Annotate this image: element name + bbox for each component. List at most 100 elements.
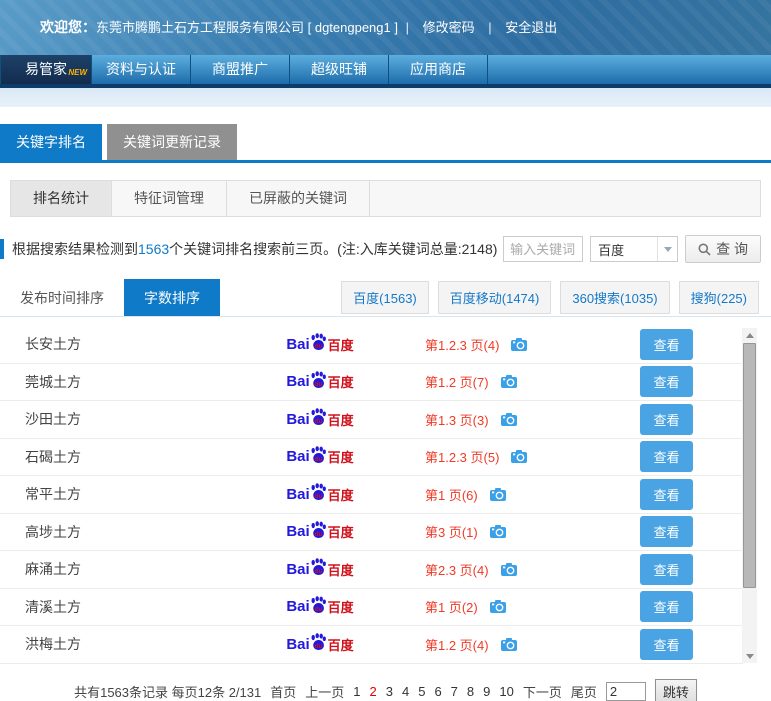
keyword-cell: 莞城土方 [0,372,245,392]
filter-baidu[interactable]: 百度(1563) [341,281,429,314]
rank-pages-cell: 第1 页(2) [395,597,590,616]
sort-tab-by-time[interactable]: 发布时间排序 [0,279,124,316]
jump-button[interactable]: 跳转 [655,679,697,701]
baidu-logo: Bai du 百度 [245,522,395,541]
page-number-6[interactable]: 6 [434,684,441,699]
rank-pages: 第1 页(6) [425,485,478,504]
camera-icon[interactable] [501,375,517,388]
scroll-down-arrow[interactable] [742,649,757,663]
filter-sogou[interactable]: 搜狗(225) [679,281,759,314]
page-number-4[interactable]: 4 [402,684,409,699]
camera-icon[interactable] [511,450,527,463]
keyword-search-input[interactable] [503,236,583,262]
scroll-up-arrow[interactable] [742,328,757,342]
main-navbar: 易管家 NEW 资料与认证 商盟推广 超级旺铺 应用商店 [0,55,771,88]
baidu-paw-icon: du [310,633,327,651]
page-number-9[interactable]: 9 [483,684,490,699]
rank-pages-cell: 第1.2 页(4) [395,635,590,654]
page-number-2-current[interactable]: 2 [370,684,377,699]
nav-tab-credentials[interactable]: 资料与认证 [92,55,191,84]
baidu-logo-bai: Bai [286,336,309,353]
new-badge: NEW [68,58,87,87]
view-button[interactable]: 查看 [640,479,692,510]
page-number-10[interactable]: 10 [499,684,513,699]
rank-pages-cell: 第1.2.3 页(5) [395,447,590,466]
engine-filters: 百度(1563) 百度移动(1474) 360搜索(1035) 搜狗(225) [341,279,771,316]
view-button[interactable]: 查看 [640,629,692,660]
nav-tab-yiguanjia[interactable]: 易管家 NEW [0,55,92,84]
table-row: 清溪土方 Bai du 百度 第1 页(2) 查看 [0,589,743,627]
view-button[interactable]: 查看 [640,441,692,472]
tab-feature-words[interactable]: 特征词管理 [112,181,227,216]
action-cell: 查看 [590,591,743,622]
tab-keyword-ranking[interactable]: 关键字排名 [0,124,102,160]
rank-pages-cell: 第1 页(6) [395,485,590,504]
view-button[interactable]: 查看 [640,554,692,585]
svg-text:du: du [314,531,322,538]
baidu-logo: Bai du 百度 [245,485,395,504]
camera-icon[interactable] [501,413,517,426]
scroll-thumb[interactable] [743,343,756,588]
camera-icon[interactable] [490,525,506,538]
logout-link[interactable]: 安全退出 [505,20,557,35]
keyword-cell: 高埗土方 [0,522,245,542]
search-box: 百度 查 询 [503,235,761,263]
baidu-logo-bai: Bai [286,411,309,428]
nav-tab-alliance[interactable]: 商盟推广 [191,55,290,84]
baidu-paw-icon: du [310,408,327,426]
camera-icon[interactable] [511,338,527,351]
rank-pages: 第1.3 页(3) [425,410,489,429]
nav-tab-shop[interactable]: 超级旺铺 [290,55,389,84]
filter-baidu-mobile[interactable]: 百度移动(1474) [438,281,552,314]
page-number-3[interactable]: 3 [386,684,393,699]
query-button[interactable]: 查 询 [685,235,761,263]
select-arrow-box[interactable] [657,237,677,261]
sort-tab-by-length[interactable]: 字数排序 [124,279,220,316]
view-button[interactable]: 查看 [640,366,692,397]
keyword-cell: 常平土方 [0,484,245,504]
view-button[interactable]: 查看 [640,591,692,622]
svg-text:du: du [314,568,322,575]
page-number-8[interactable]: 8 [467,684,474,699]
page-number-5[interactable]: 5 [418,684,425,699]
engine-select[interactable]: 百度 [590,236,678,262]
next-page-link[interactable]: 下一页 [523,682,562,701]
table-row: 莞城土方 Bai du 百度 第1.2 页(7) 查看 [0,364,743,402]
page-number-1[interactable]: 1 [353,684,360,699]
baidu-logo: Bai du 百度 [245,635,395,654]
filter-360[interactable]: 360搜索(1035) [560,281,669,314]
camera-icon[interactable] [501,563,517,576]
nav-tab-appstore[interactable]: 应用商店 [389,55,488,84]
camera-icon[interactable] [501,638,517,651]
action-cell: 查看 [590,479,743,510]
tab-keyword-update-log[interactable]: 关键词更新记录 [107,124,237,160]
jump-page-input[interactable] [606,682,646,701]
rank-pages-cell: 第1.2.3 页(4) [395,335,590,354]
camera-icon[interactable] [490,600,506,613]
rank-pages: 第1.2 页(7) [425,372,489,391]
table-row: 沙田土方 Bai du 百度 第1.3 页(3) 查看 [0,401,743,439]
table-row: 洪梅土方 Bai du 百度 第1.2 页(4) 查看 [0,626,743,664]
first-page-link[interactable]: 首页 [270,682,296,701]
action-cell: 查看 [590,404,743,435]
keyword-table: 长安土方 Bai du 百度 第1.2.3 页(4) 查看 [0,326,771,665]
last-page-link[interactable]: 尾页 [571,682,597,701]
baidu-logo-cn: 百度 [328,485,354,504]
view-button[interactable]: 查看 [640,329,692,360]
summary-note: (注:入库关键词总量:2148) [337,241,497,257]
view-button[interactable]: 查看 [640,404,692,435]
tab-blocked-keywords[interactable]: 已屏蔽的关键词 [227,181,370,216]
welcome-label: 欢迎您： [40,19,96,35]
change-password-link[interactable]: 修改密码 [423,20,475,35]
tab-ranking-stats[interactable]: 排名统计 [11,181,112,216]
keyword-cell: 清溪土方 [0,597,245,617]
view-button[interactable]: 查看 [640,516,692,547]
decorative-band [0,88,771,107]
prev-page-link[interactable]: 上一页 [305,682,344,701]
camera-icon[interactable] [490,488,506,501]
baidu-logo: Bai du 百度 [245,560,395,579]
action-cell: 查看 [590,629,743,660]
info-row: 根据搜索结果检测到1563个关键词排名搜索前三页。(注:入库关键词总量:2148… [0,232,761,266]
scrollbar[interactable] [742,328,757,663]
page-number-7[interactable]: 7 [451,684,458,699]
